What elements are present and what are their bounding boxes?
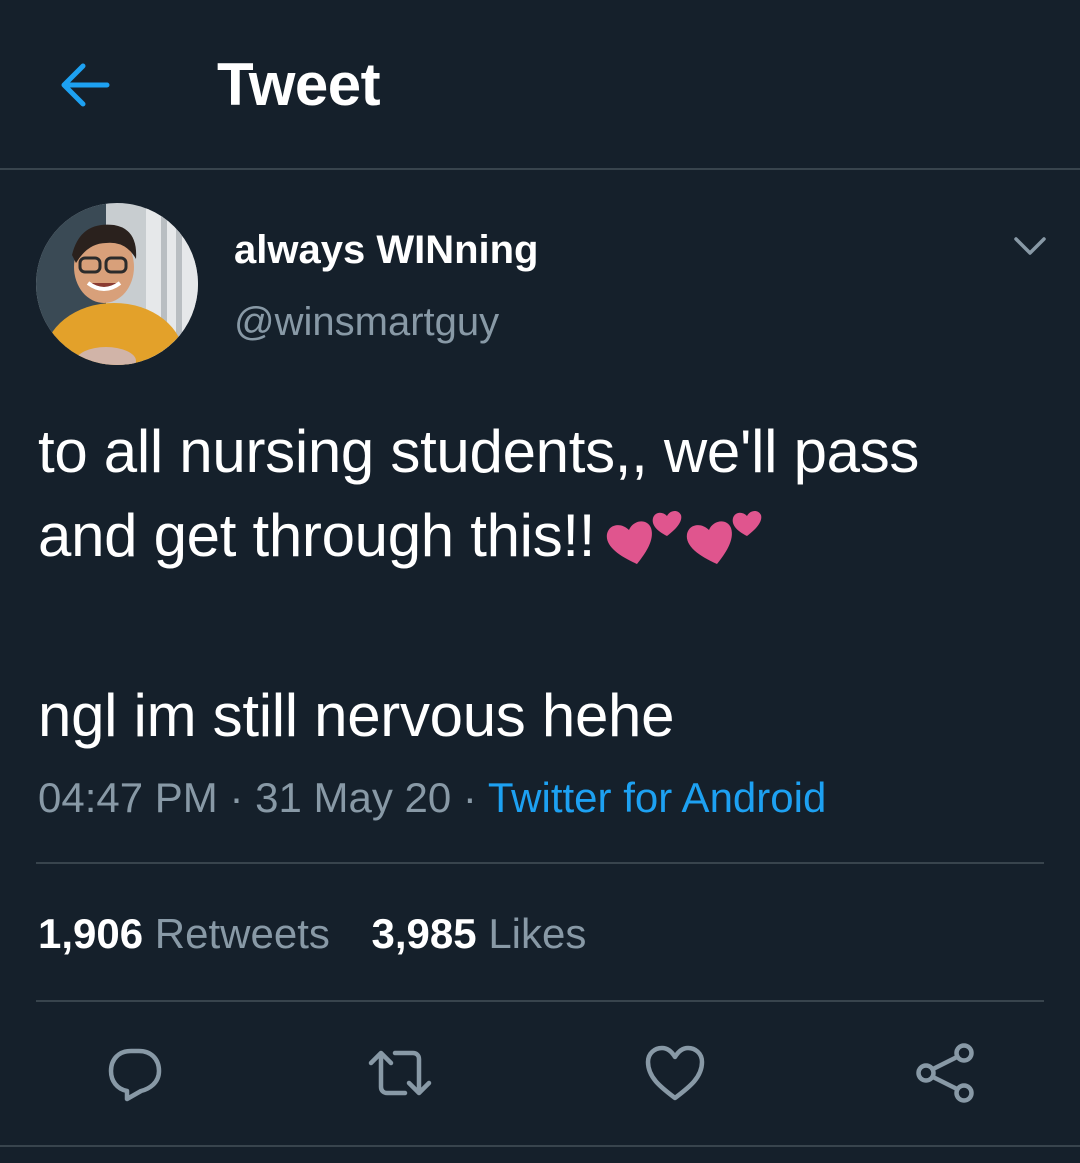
profile-photo <box>36 203 198 365</box>
share-icon <box>916 1043 974 1103</box>
meta-separator: · <box>462 774 477 821</box>
reply-button[interactable] <box>100 1040 170 1106</box>
tweet-date: 31 May 20 <box>255 774 452 821</box>
arrow-left-icon <box>61 63 110 107</box>
retweets-label: Retweets <box>154 910 330 957</box>
more-options-button[interactable] <box>1008 228 1052 264</box>
retweet-button[interactable] <box>365 1040 435 1106</box>
tweet-text-line: and get through this!! <box>38 494 1048 590</box>
back-button[interactable] <box>52 52 118 118</box>
tweet-text-line: to all nursing students,, we'll pass <box>38 418 920 485</box>
retweets-count: 1,906 <box>38 910 144 957</box>
reply-icon <box>108 1048 162 1102</box>
retweet-icon <box>368 1050 432 1096</box>
likes-count: 3,985 <box>371 910 477 957</box>
retweets-stat[interactable]: 1,906 Retweets <box>38 910 330 957</box>
like-icon <box>645 1045 705 1101</box>
author-handle[interactable]: @winsmartguy <box>234 298 499 346</box>
divider <box>36 1000 1044 1002</box>
tweet-time: 04:47 PM <box>38 774 218 821</box>
tweet-detail-screen: Tweet always WINning @winsmartguy to all… <box>0 0 1080 1163</box>
page-title: Tweet <box>217 51 381 118</box>
tweet-text-line-content: and get through this!! <box>38 502 596 569</box>
likes-stat[interactable]: 3,985 Likes <box>372 910 587 957</box>
share-button[interactable] <box>910 1040 980 1106</box>
chevron-down-icon <box>1014 237 1046 255</box>
like-button[interactable] <box>640 1040 710 1106</box>
tweet-text: to all nursing students,, we'll pass and… <box>38 410 1048 758</box>
author-display-name[interactable]: always WINning <box>234 226 539 274</box>
divider <box>0 1145 1080 1147</box>
top-app-bar: Tweet <box>0 0 1080 170</box>
divider <box>36 862 1044 864</box>
meta-separator: · <box>229 774 244 821</box>
tweet-source-link[interactable]: Twitter for Android <box>488 774 826 821</box>
tweet-text-line: ngl im still nervous hehe <box>38 682 675 749</box>
tweet-stats: 1,906 Retweets 3,985 Likes <box>38 908 616 960</box>
avatar[interactable] <box>36 203 198 365</box>
two-hearts-emoji <box>605 504 765 590</box>
likes-label: Likes <box>488 910 587 957</box>
tweet-timestamp: 04:47 PM · 31 May 20 · Twitter for Andro… <box>38 772 826 824</box>
